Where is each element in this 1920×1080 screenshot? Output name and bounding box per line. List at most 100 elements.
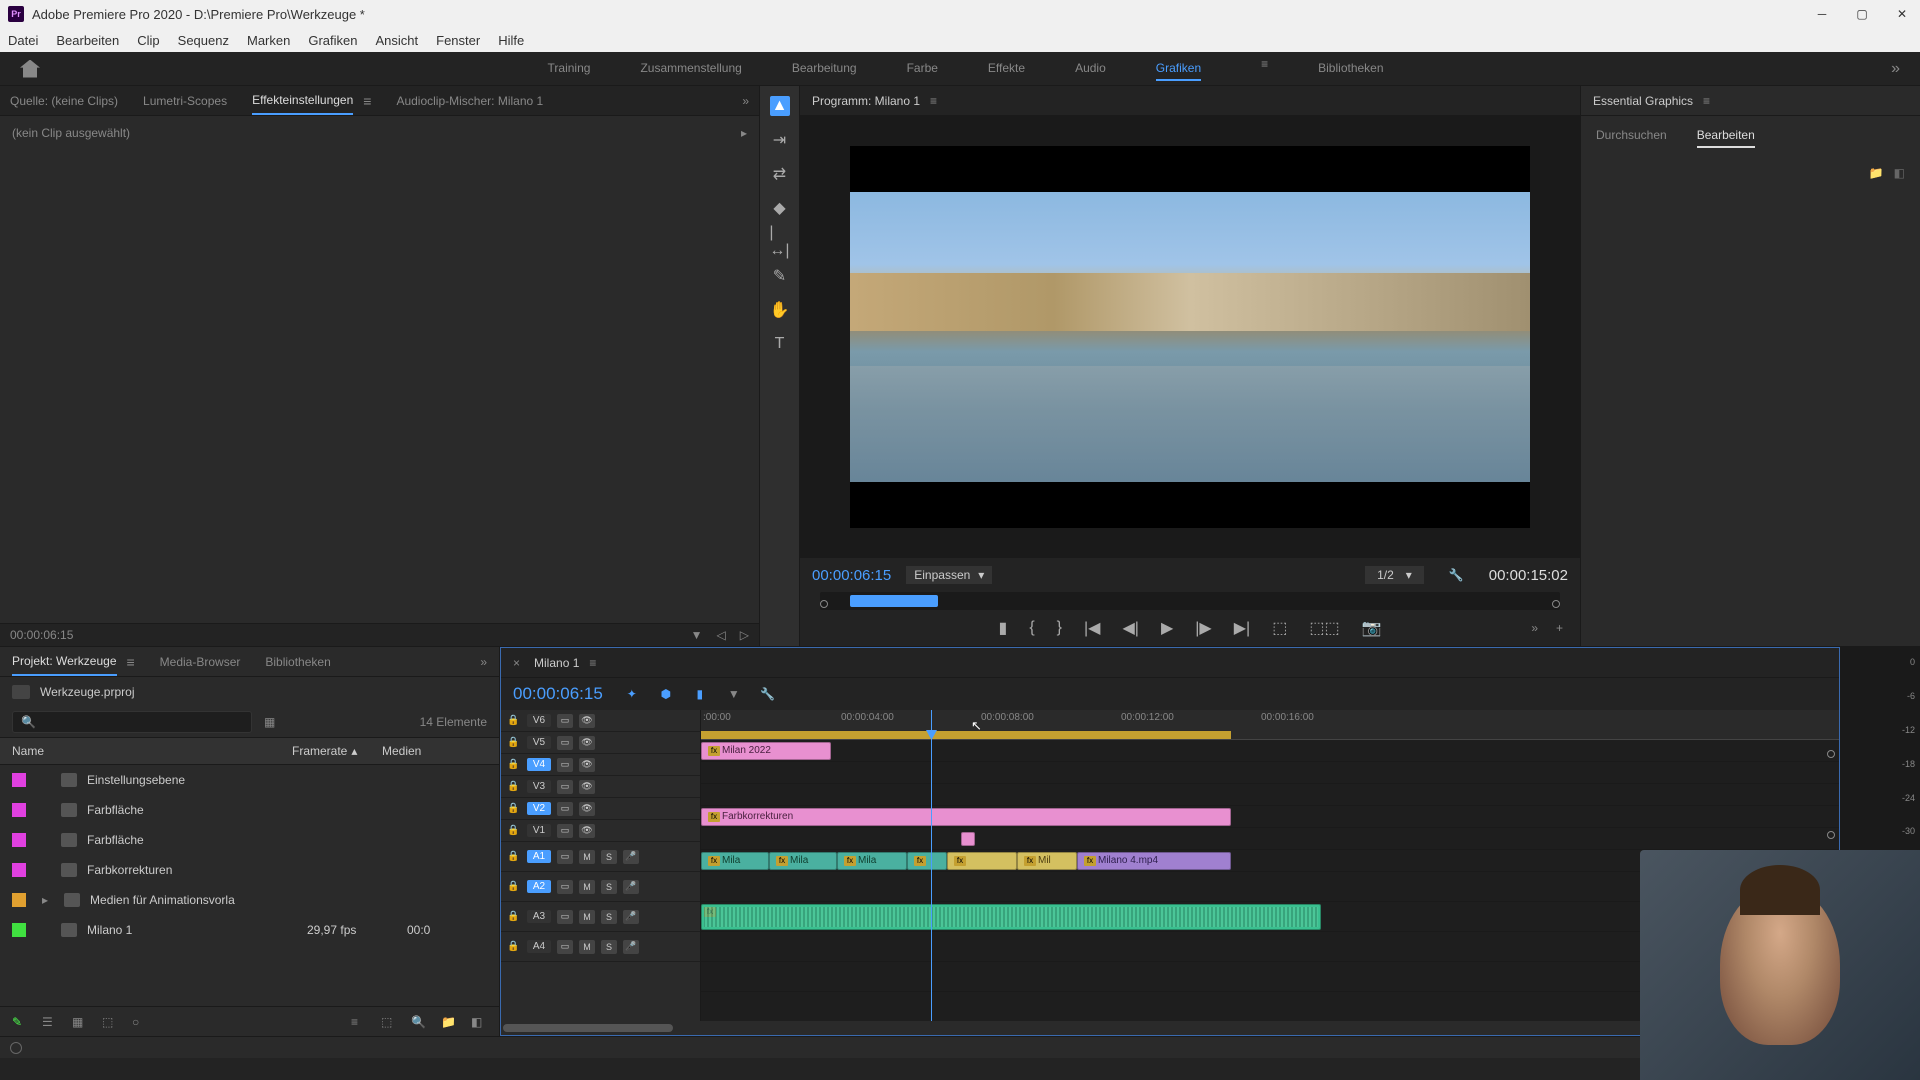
toggle-output-icon[interactable]: ▭: [557, 802, 573, 816]
step-forward-icon[interactable]: |▶: [1195, 618, 1211, 638]
menu-window[interactable]: Fenster: [436, 33, 480, 48]
project-item[interactable]: Milano 1 29,97 fps 00:0: [0, 915, 499, 945]
zoom-handle-icon[interactable]: [1827, 750, 1835, 758]
column-name[interactable]: Name: [12, 744, 292, 758]
snap-icon[interactable]: ✦: [623, 685, 641, 703]
step-forward-icon[interactable]: ▷: [740, 628, 749, 642]
zoom-handle-icon[interactable]: [1827, 831, 1835, 839]
tab-libraries[interactable]: Bibliotheken: [265, 649, 330, 675]
track-v5-lane[interactable]: [701, 762, 1839, 784]
new-folder-icon[interactable]: 📁: [441, 1015, 457, 1029]
tab-source[interactable]: Quelle: (keine Clips): [10, 88, 118, 114]
program-scrubber[interactable]: [820, 592, 1560, 610]
workspace-tab-graphics[interactable]: Grafiken: [1156, 57, 1201, 81]
find-icon[interactable]: ⬚: [381, 1015, 397, 1029]
voice-over-icon[interactable]: 🎤: [623, 940, 639, 954]
track-header-v3[interactable]: 🔒 V3 ▭ 👁: [501, 776, 700, 798]
solo-button[interactable]: S: [601, 850, 617, 864]
video-clip[interactable]: fx: [947, 852, 1017, 870]
voice-over-icon[interactable]: 🎤: [623, 880, 639, 894]
lock-icon[interactable]: 🔒: [507, 911, 521, 922]
ripple-edit-tool-icon[interactable]: ⇄: [770, 164, 790, 184]
new-bin-icon[interactable]: 🔍: [411, 1015, 427, 1029]
tab-media-browser[interactable]: Media-Browser: [160, 649, 241, 675]
track-v4-lane[interactable]: [701, 784, 1839, 806]
track-header-a4[interactable]: 🔒 A4 ▭ M S 🎤: [501, 932, 700, 962]
workspace-tab-editing[interactable]: Bearbeitung: [792, 57, 857, 81]
tab-audio-clip-mixer[interactable]: Audioclip-Mischer: Milano 1: [396, 88, 543, 114]
lock-icon[interactable]: 🔒: [507, 715, 521, 726]
workspace-tab-libraries[interactable]: Bibliotheken: [1318, 57, 1383, 81]
voice-over-icon[interactable]: 🎤: [623, 850, 639, 864]
video-clip[interactable]: fxMil: [1017, 852, 1077, 870]
toggle-sync-lock-icon[interactable]: 👁: [579, 758, 595, 772]
lock-icon[interactable]: 🔒: [507, 851, 521, 862]
track-header-v5[interactable]: 🔒 V5 ▭ 👁: [501, 732, 700, 754]
mute-button[interactable]: M: [579, 850, 595, 864]
tab-browse[interactable]: Durchsuchen: [1596, 124, 1667, 148]
panel-menu-icon[interactable]: ≡: [1703, 94, 1710, 108]
zoom-fit-select[interactable]: Einpassen▾: [906, 566, 992, 584]
video-clip[interactable]: fxMila: [769, 852, 837, 870]
minimize-button[interactable]: ─: [1812, 4, 1832, 24]
toggle-output-icon[interactable]: ▭: [557, 780, 573, 794]
menu-help[interactable]: Hilfe: [498, 33, 524, 48]
toggle-output-icon[interactable]: ▭: [557, 824, 573, 838]
workspace-overflow-icon[interactable]: »: [1891, 60, 1900, 78]
time-ruler[interactable]: :00:00 00:00:04:00 00:00:08:00 00:00:12:…: [701, 710, 1839, 740]
workspace-tab-training[interactable]: Training: [548, 57, 591, 81]
program-video-frame[interactable]: [850, 146, 1530, 528]
mute-button[interactable]: M: [579, 940, 595, 954]
expand-folder-icon[interactable]: ▸: [42, 893, 48, 907]
icon-view-icon[interactable]: ▦: [72, 1015, 88, 1029]
track-v6-lane[interactable]: fxMilan 2022: [701, 740, 1839, 762]
project-search-input[interactable]: 🔍: [12, 711, 252, 733]
panel-overflow-icon[interactable]: »: [480, 655, 487, 669]
maximize-button[interactable]: ▢: [1852, 4, 1872, 24]
button-editor-icon[interactable]: +: [1556, 621, 1563, 635]
track-v3-lane[interactable]: fxFarbkorrekturen: [701, 806, 1839, 828]
project-item[interactable]: Farbkorrekturen: [0, 855, 499, 885]
filter-bin-icon[interactable]: ▦: [264, 715, 275, 729]
toggle-output-icon[interactable]: ▭: [557, 758, 573, 772]
solo-button[interactable]: S: [601, 940, 617, 954]
track-label[interactable]: V5: [527, 736, 551, 749]
panel-menu-icon[interactable]: ≡: [589, 656, 596, 670]
workspace-menu-icon[interactable]: ≡: [1261, 57, 1268, 81]
tab-lumetri-scopes[interactable]: Lumetri-Scopes: [143, 88, 227, 114]
mute-button[interactable]: M: [579, 910, 595, 924]
add-marker-icon[interactable]: ▮: [691, 685, 709, 703]
extract-icon[interactable]: ⬚⬚: [1309, 618, 1339, 638]
menu-sequence[interactable]: Sequenz: [178, 33, 229, 48]
track-header-v1[interactable]: 🔒 V1 ▭ 👁: [501, 820, 700, 842]
type-tool-icon[interactable]: T: [770, 334, 790, 354]
play-icon[interactable]: ▶: [1161, 618, 1173, 638]
list-view-icon[interactable]: ☰: [42, 1015, 58, 1029]
project-item[interactable]: ▸ Medien für Animationsvorla: [0, 885, 499, 915]
clip-adjustment[interactable]: fxFarbkorrekturen: [701, 808, 1231, 826]
toggle-output-icon[interactable]: ▭: [557, 880, 573, 894]
video-clip[interactable]: fx: [907, 852, 947, 870]
toggle-output-icon[interactable]: ▭: [557, 850, 573, 864]
timeline-timecode[interactable]: 00:00:06:15: [513, 684, 603, 704]
track-label[interactable]: A4: [527, 940, 551, 953]
pen-tool-icon[interactable]: ✎: [770, 266, 790, 286]
delete-icon[interactable]: ◧: [471, 1015, 487, 1029]
lock-icon[interactable]: 🔒: [507, 941, 521, 952]
go-to-in-icon[interactable]: |◀: [1084, 618, 1100, 638]
toggle-sync-lock-icon[interactable]: 👁: [579, 714, 595, 728]
panel-menu-icon[interactable]: ≡: [127, 654, 135, 670]
video-clip[interactable]: fxMila: [701, 852, 769, 870]
close-sequence-icon[interactable]: ×: [513, 656, 520, 670]
workspace-tab-effects[interactable]: Effekte: [988, 57, 1025, 81]
column-media[interactable]: Medien: [382, 744, 487, 758]
tab-project[interactable]: Projekt: Werkzeuge: [12, 648, 117, 676]
clip-marker[interactable]: [961, 832, 975, 846]
filter-icon[interactable]: ▼: [691, 628, 703, 642]
track-label[interactable]: V6: [527, 714, 551, 727]
razor-tool-icon[interactable]: ◆: [770, 198, 790, 218]
menu-markers[interactable]: Marken: [247, 33, 290, 48]
menu-file[interactable]: Datei: [8, 33, 38, 48]
settings-wrench-icon[interactable]: 🔧: [1449, 568, 1464, 582]
close-button[interactable]: ✕: [1892, 4, 1912, 24]
